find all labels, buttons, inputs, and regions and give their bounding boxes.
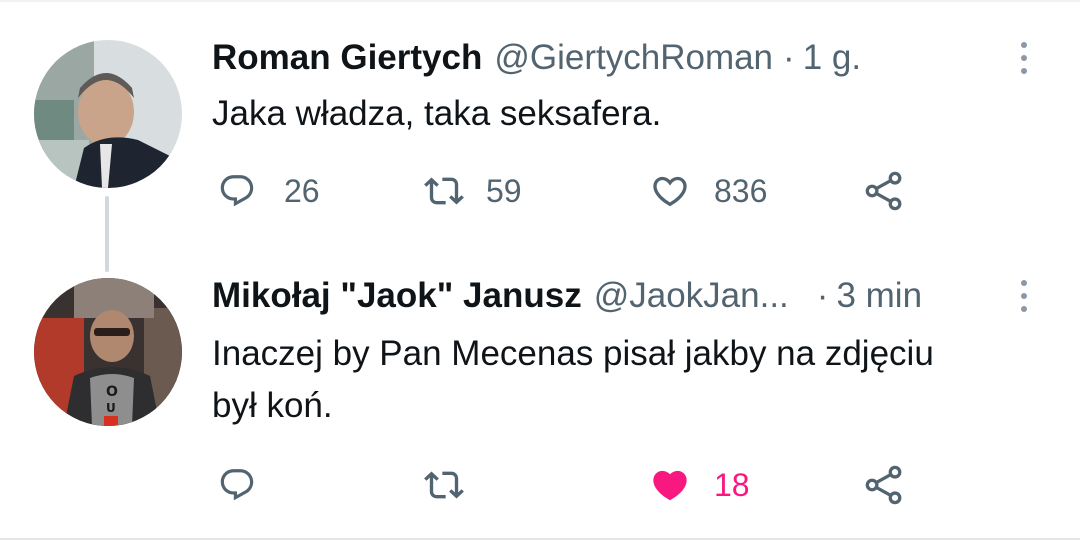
svg-text:O: O [106,384,118,400]
reply-icon [220,175,254,207]
reply-button[interactable]: 26 [218,166,320,216]
share-button[interactable] [862,460,906,510]
avatar-photo-roman [34,40,182,188]
reply-count: 26 [284,172,320,209]
heart-filled-icon [653,470,687,501]
share-icon [865,465,902,505]
retweet-count: 59 [486,172,522,209]
heart-icon [653,176,687,207]
separator-dot: · [816,276,829,315]
tweet-1[interactable]: Roman Giertych @GiertychRoman · 1 g. Jak… [212,34,1052,224]
tweet-header: Mikołaj "Jaok" Janusz @JaokJan... · 3 mi… [212,272,1052,320]
svg-text:U: U [106,401,116,415]
top-divider [0,0,1080,2]
avatar[interactable] [34,40,182,188]
more-options-icon[interactable] [1014,276,1034,316]
tweet-2[interactable]: Mikołaj "Jaok" Janusz @JaokJan... · 3 mi… [212,272,1052,532]
like-count: 836 [714,172,768,209]
more-options-icon[interactable] [1014,38,1034,78]
tweet-text-line-1: Inaczej by Pan Mecenas pisał jakby na zd… [212,334,934,373]
separator-dot: · [783,38,795,77]
tweet-text-line-2: był koń. [212,386,333,425]
timestamp[interactable]: 3 min [836,276,922,316]
tweet-text: Jaka władza, taka seksafera. [212,94,662,133]
retweet-icon [424,471,464,499]
retweet-button[interactable]: 59 [424,166,522,216]
reply-button[interactable] [218,460,256,510]
retweet-icon [424,177,464,205]
author-handle[interactable]: @GiertychRoman [494,38,773,78]
bottom-divider [0,538,1080,540]
share-button[interactable] [862,166,906,216]
tweet-actions: 26 59 836 [212,166,932,216]
tweet-header: Roman Giertych @GiertychRoman · 1 g. [212,34,1052,82]
avatar[interactable]: O U [34,278,182,426]
author-name[interactable]: Mikołaj "Jaok" Janusz [212,276,582,316]
reply-icon [220,469,254,501]
like-button[interactable]: 18 [650,460,750,510]
like-button[interactable]: 836 [650,166,767,216]
retweet-button[interactable] [424,460,464,510]
avatar-photo-mikolaj: O U [34,278,182,426]
like-count: 18 [714,466,750,503]
tweet-actions: 18 [212,460,932,510]
timestamp[interactable]: 1 g. [803,38,861,78]
thread-connector-line [105,196,109,272]
author-name[interactable]: Roman Giertych [212,38,482,78]
share-icon [865,171,902,211]
author-handle[interactable]: @JaokJan... [594,276,789,316]
tweet-text: Inaczej by Pan Mecenas pisał jakby na zd… [212,328,934,432]
